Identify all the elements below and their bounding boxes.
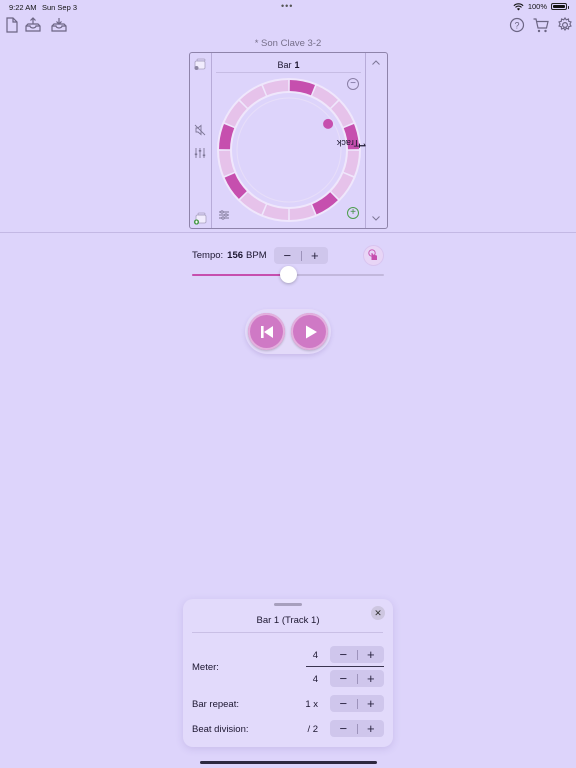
bar-repeat-decrease[interactable]: − [330,695,357,712]
sheet-title-divider [192,632,383,633]
tempo-slider-thumb[interactable] [279,266,297,283]
meter-denominator-decrease[interactable]: − [330,670,357,687]
mixer-icon[interactable] [193,146,207,160]
help-icon[interactable]: ? [508,16,526,34]
tap-finger-icon [368,249,377,260]
ring-inner-disc [232,93,346,207]
sheet-grabber[interactable] [274,603,302,606]
bar-label-text: Bar [277,60,292,70]
svg-text:?: ? [514,20,519,30]
beat-division-increase[interactable]: + [358,720,385,737]
meter-denominator-stepper[interactable]: − + [330,670,384,687]
mute-icon[interactable] [193,123,207,137]
sheet-title: Bar 1 (Track 1) [256,615,320,626]
bar-repeat-value: 1 x [305,699,318,710]
rewind-button[interactable] [248,313,285,350]
track-label: Track 1 [337,125,386,165]
status-time: 9:22 AM [9,3,37,12]
bar-number: 1 [294,60,300,70]
beat-ring[interactable] [215,76,363,224]
bar-repeat-increase[interactable]: + [358,695,385,712]
tap-tempo-button[interactable] [364,246,383,265]
status-bar: 9:22 AM Sun Sep 3 ••• 100% [0,0,576,14]
tempo-decrease-button[interactable]: − [274,247,301,264]
meter-denominator-increase[interactable]: + [358,670,385,687]
meter-numerator-decrease[interactable]: − [330,646,357,663]
meter-denominator: 4 [312,674,318,685]
bar-title: Bar 1 [212,60,365,70]
playhead-ball [323,118,334,129]
bar-list-icon[interactable] [193,57,207,71]
section-divider [0,232,576,233]
beat-ring-svg[interactable] [215,76,363,224]
battery-icon [551,3,569,10]
beat-division-label: Beat division: [192,724,249,735]
bar-repeat-stepper[interactable]: − + [330,695,384,712]
meter-fraction-line [306,666,384,667]
play-button[interactable] [291,313,328,350]
chevron-up-icon[interactable] [369,56,383,70]
export-icon[interactable] [50,16,68,34]
track-label-text: Track [336,138,360,149]
meter-numerator: 4 [312,650,318,661]
bar-editor[interactable]: Bar 1 − + Track 1 [189,52,388,229]
play-icon [305,325,317,338]
gear-icon[interactable] [556,16,574,34]
beat-division-stepper[interactable]: − + [330,720,384,737]
editor-left-column [190,53,212,228]
tempo-label-text: Tempo: [192,250,224,261]
meter-numerator-stepper[interactable]: − + [330,646,384,663]
tempo-increase-button[interactable]: + [302,247,329,264]
meter-numerator-increase[interactable]: + [358,646,385,663]
tempo-unit: BPM [246,250,267,261]
multitasking-dots-icon[interactable]: ••• [281,1,293,11]
chevron-down-icon[interactable] [369,211,383,225]
tempo-value: 156 [227,250,244,261]
beat-division-decrease[interactable]: − [330,720,357,737]
bar-repeat-label: Bar repeat: [192,699,239,710]
home-indicator[interactable] [200,761,377,764]
status-date: Sun Sep 3 [42,3,78,12]
bar-title-divider [216,72,361,73]
status-right: 100% [513,2,569,11]
transport-controls [245,309,331,354]
battery-percent: 100% [527,2,547,11]
tempo-label: Tempo: 156 BPM [192,250,267,261]
wifi-icon [513,2,524,11]
meter-label: Meter: [192,662,219,673]
add-bar-icon[interactable] [193,211,207,225]
beat-division-value: / 2 [307,724,318,735]
bar-settings-sheet: ✕ Bar 1 (Track 1) Meter: 4 − + 4 − + Bar r… [183,599,393,747]
new-document-icon[interactable] [3,16,21,34]
tempo-slider-fill [192,274,288,276]
skip-back-icon [260,325,273,338]
cart-icon[interactable] [532,16,550,34]
import-icon[interactable] [24,16,42,34]
editor-right-column: Track 1 [337,53,387,228]
document-title: * Son Clave 3-2 [254,38,322,49]
tempo-stepper[interactable]: − + [274,247,328,264]
